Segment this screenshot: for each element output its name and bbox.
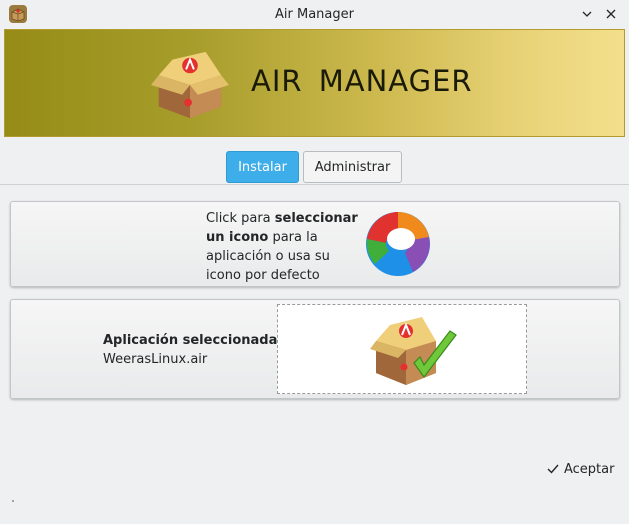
selected-app-info: Aplicación seleccionada: WeerasLinux.air: [103, 331, 283, 369]
color-wheel-icon: [366, 212, 430, 276]
selected-app-label: Aplicación seleccionada:: [103, 333, 283, 348]
accept-button[interactable]: Aceptar: [546, 459, 614, 479]
divider: [0, 184, 629, 185]
window-title: Air Manager: [275, 7, 354, 22]
app-preview: [277, 304, 527, 394]
close-icon: [606, 9, 616, 19]
icon-instructions: Click para seleccionar un icono para la …: [206, 211, 358, 283]
chevron-down-icon: [582, 11, 592, 17]
banner-title: AIR MANAGER: [251, 64, 473, 98]
adobe-air-box-icon: [9, 5, 27, 23]
close-button[interactable]: [601, 4, 621, 24]
selected-app-panel: Aplicación seleccionada: WeerasLinux.air: [10, 299, 620, 399]
minimize-button[interactable]: [577, 4, 597, 24]
checkmark-icon: [547, 464, 559, 474]
select-icon-button[interactable]: Click para seleccionar un icono para la …: [10, 201, 620, 287]
selected-app-filename: WeerasLinux.air: [103, 352, 208, 367]
tab-administrar[interactable]: Administrar: [303, 151, 402, 183]
accept-label: Aceptar: [564, 461, 615, 477]
tab-instalar[interactable]: Instalar: [226, 151, 299, 183]
box-checkmark-icon: [370, 317, 457, 385]
header-banner: AIR MANAGER: [4, 29, 625, 137]
resize-grip[interactable]: [12, 500, 14, 502]
adobe-air-box-icon: [151, 51, 229, 119]
title-bar: Air Manager: [0, 0, 629, 29]
tab-bar: Instalar Administrar: [226, 151, 402, 183]
